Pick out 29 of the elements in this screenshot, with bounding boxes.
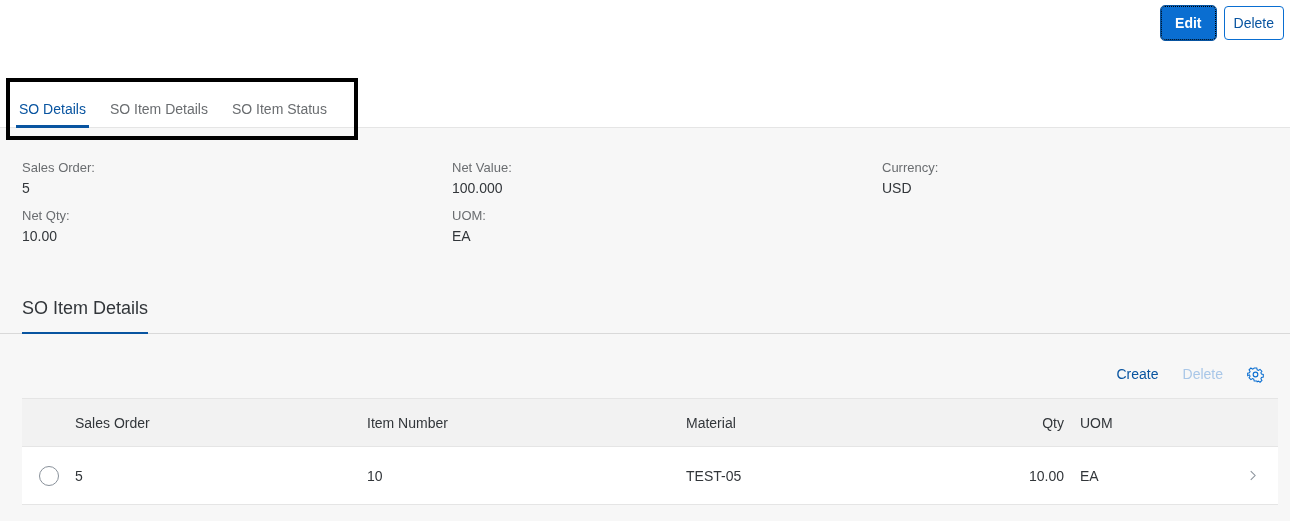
column-header: Item Number <box>367 414 448 431</box>
field-value: USD <box>882 180 913 196</box>
table-cell: TEST-05 <box>686 467 742 484</box>
field-label: Sales Order: <box>22 160 96 175</box>
field-label: Net Qty: <box>22 208 71 223</box>
chevron-icon[interactable] <box>1249 470 1256 481</box>
table-cell: 10.00 <box>1028 467 1064 484</box>
column-header: Qty <box>1042 414 1064 431</box>
field-value: 100.000 <box>452 180 504 196</box>
column-header: Sales Order <box>75 414 150 431</box>
field-value: 10.00 <box>22 228 59 244</box>
field-label: UOM: <box>452 208 487 223</box>
tab[interactable]: SO Item Status <box>228 84 330 128</box>
settings-icon[interactable] <box>1247 365 1264 383</box>
column-header: Material <box>686 414 736 431</box>
header-button[interactable]: Edit <box>1161 6 1216 40</box>
tab[interactable]: SO Details <box>16 84 89 128</box>
field-value: 5 <box>22 180 31 196</box>
table-cell: 5 <box>75 467 83 484</box>
header-button[interactable]: Delete <box>1223 6 1284 40</box>
field-value: EA <box>452 228 472 244</box>
tab[interactable]: SO Item Details <box>106 84 211 128</box>
section-title: SO Item Details <box>22 298 149 334</box>
toolbar-button[interactable]: Create <box>1116 366 1159 382</box>
field-label: Net Value: <box>452 160 513 175</box>
column-header: UOM <box>1080 414 1113 431</box>
field-label: Currency: <box>882 160 940 175</box>
table-cell: EA <box>1080 467 1099 484</box>
table-cell: 10 <box>367 467 383 484</box>
